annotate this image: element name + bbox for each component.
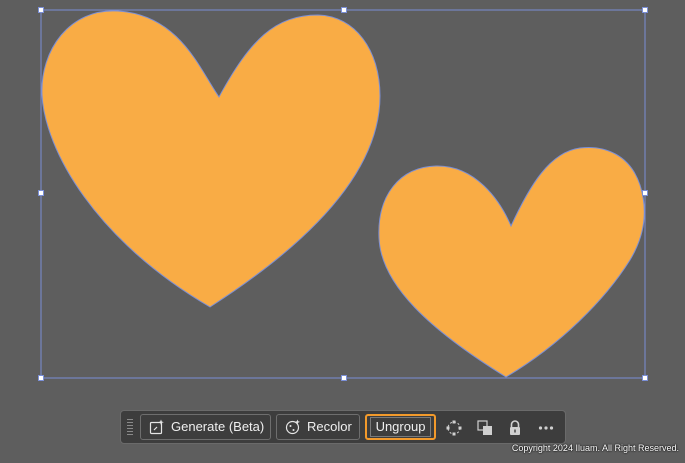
large-heart-shape[interactable] bbox=[41, 10, 381, 308]
generate-icon bbox=[149, 419, 165, 435]
selection-handle[interactable] bbox=[642, 190, 648, 196]
selection-handle[interactable] bbox=[38, 375, 44, 381]
generate-button[interactable]: Generate (Beta) bbox=[140, 414, 271, 440]
small-heart-shape[interactable] bbox=[378, 146, 645, 378]
ungroup-label: Ungroup bbox=[369, 417, 432, 437]
more-icon[interactable] bbox=[534, 416, 558, 440]
contextual-task-bar: Generate (Beta) Recolor Ungroup bbox=[120, 410, 566, 444]
recolor-button[interactable]: Recolor bbox=[276, 414, 360, 440]
recolor-label: Recolor bbox=[307, 419, 352, 434]
selection-handle[interactable] bbox=[341, 375, 347, 381]
artboard-canvas bbox=[38, 7, 648, 381]
isolate-icon[interactable] bbox=[442, 416, 466, 440]
recolor-icon bbox=[285, 419, 301, 435]
selection-handle[interactable] bbox=[642, 375, 648, 381]
ungroup-button[interactable]: Ungroup bbox=[365, 414, 436, 440]
selection-handle[interactable] bbox=[642, 7, 648, 13]
generate-label: Generate (Beta) bbox=[171, 419, 265, 434]
selection-handle[interactable] bbox=[38, 7, 44, 13]
copyright-watermark: Copyright 2024 Iluam. All Right Reserved… bbox=[511, 443, 679, 453]
drag-handle[interactable] bbox=[127, 419, 133, 437]
lock-icon[interactable] bbox=[503, 416, 527, 440]
heart-shapes-group[interactable] bbox=[41, 10, 645, 378]
arrange-icon[interactable] bbox=[473, 416, 497, 440]
selection-handle[interactable] bbox=[341, 7, 347, 13]
selection-handle[interactable] bbox=[38, 190, 44, 196]
